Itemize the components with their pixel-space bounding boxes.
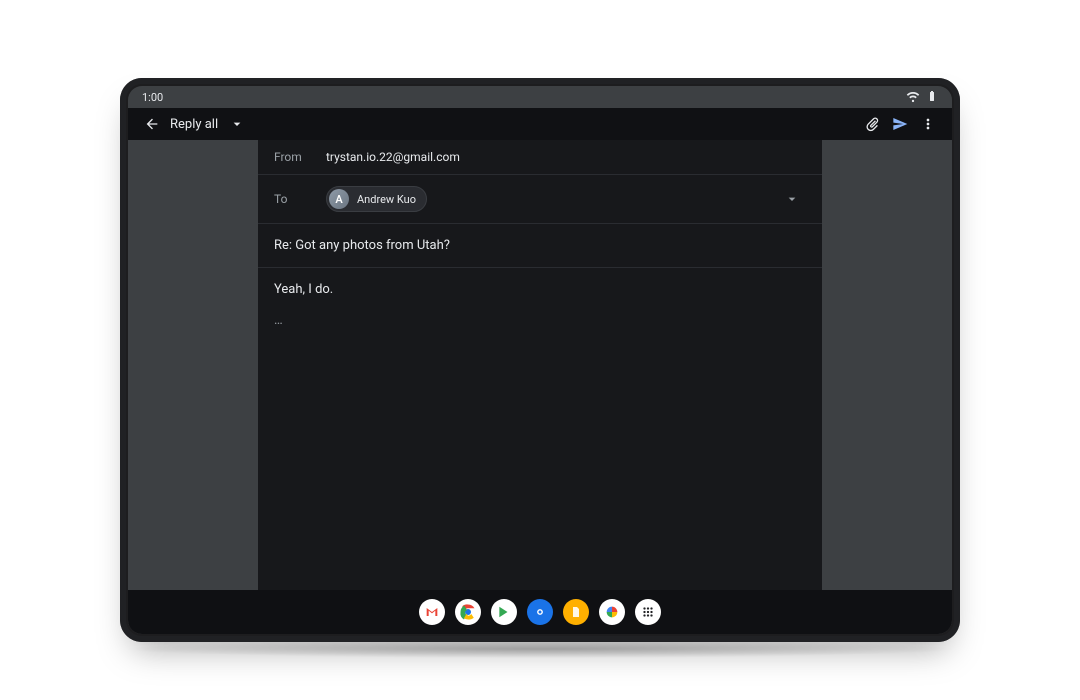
taskbar-app-camera[interactable] <box>527 599 553 625</box>
from-row[interactable]: From trystan.io.22@gmail.com <box>258 140 822 175</box>
expand-recipients-button[interactable] <box>778 185 806 213</box>
paperclip-icon <box>864 116 880 132</box>
play-icon <box>497 605 511 619</box>
to-row[interactable]: To A Andrew Kuo <box>258 175 822 224</box>
taskbar-all-apps-button[interactable] <box>635 599 661 625</box>
more-vert-icon <box>920 116 936 132</box>
recipient-avatar: A <box>329 189 349 209</box>
wifi-icon <box>906 89 920 106</box>
taskbar-app-photos[interactable] <box>599 599 625 625</box>
battery-icon <box>926 89 938 106</box>
taskbar-app-files[interactable] <box>563 599 589 625</box>
taskbar-app-gmail[interactable] <box>419 599 445 625</box>
appbar-title: Reply all <box>170 117 218 132</box>
compose-panel: From trystan.io.22@gmail.com To A Andrew… <box>258 140 822 634</box>
right-gutter <box>822 140 952 634</box>
android-taskbar <box>128 590 952 634</box>
show-quoted-text-button[interactable]: … <box>274 313 806 328</box>
screen: 1:00 Reply all <box>128 86 952 634</box>
android-status-bar: 1:00 <box>128 86 952 108</box>
back-button[interactable] <box>138 110 166 138</box>
files-icon <box>570 605 582 619</box>
send-button[interactable] <box>886 110 914 138</box>
reply-mode-dropdown[interactable] <box>228 115 246 133</box>
attach-button[interactable] <box>858 110 886 138</box>
apps-grid-icon <box>641 605 655 619</box>
taskbar-app-play-store[interactable] <box>491 599 517 625</box>
chrome-icon <box>459 603 477 621</box>
photos-icon <box>604 604 620 620</box>
to-label: To <box>274 192 312 206</box>
app-bar: Reply all <box>128 108 952 140</box>
from-label: From <box>274 150 312 164</box>
body-text: Yeah, I do. <box>274 282 806 297</box>
left-gutter <box>128 140 258 634</box>
recipient-name: Andrew Kuo <box>357 193 416 206</box>
message-body-field[interactable]: Yeah, I do. … <box>258 268 822 634</box>
camera-icon <box>533 605 547 619</box>
send-icon <box>892 116 908 132</box>
status-time: 1:00 <box>142 91 163 104</box>
gmail-icon <box>424 604 440 620</box>
tablet-frame: 1:00 Reply all <box>120 78 960 642</box>
taskbar-app-chrome[interactable] <box>455 599 481 625</box>
chevron-down-icon <box>784 191 800 207</box>
recipient-chip[interactable]: A Andrew Kuo <box>326 186 427 212</box>
from-value: trystan.io.22@gmail.com <box>326 150 460 164</box>
subject-field[interactable]: Re: Got any photos from Utah? <box>258 224 822 268</box>
caret-down-icon <box>229 116 245 132</box>
overflow-menu-button[interactable] <box>914 110 942 138</box>
tablet-shadow <box>120 640 960 658</box>
